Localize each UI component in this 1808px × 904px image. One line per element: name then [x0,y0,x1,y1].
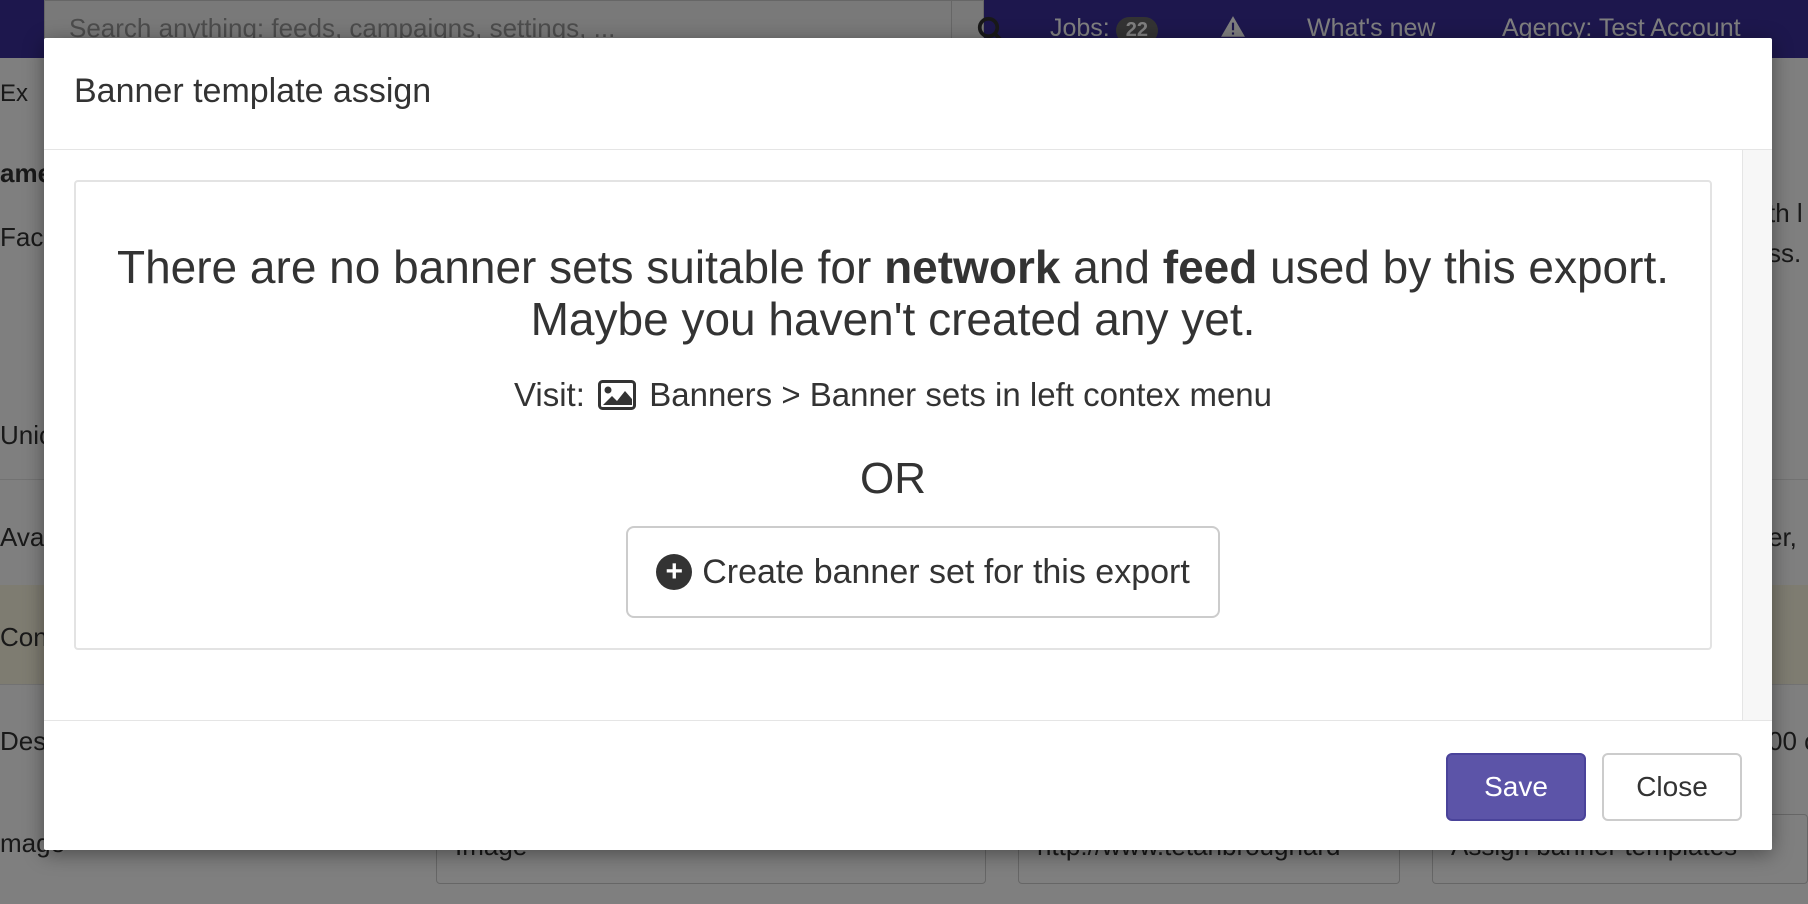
save-button[interactable]: Save [1446,753,1586,821]
modal-scrollbar[interactable] [1743,150,1772,720]
create-banner-set-button[interactable]: + Create banner set for this export [626,526,1220,618]
empty-message-line-2: Maybe you haven't created any yet. [530,293,1256,345]
or-divider-text: OR [860,454,926,503]
image-icon [598,380,637,418]
visit-path: Banners > Banner sets in left contex men… [649,376,1273,413]
message-text-1: There are no banner sets suitable for [116,241,885,293]
message-feed: feed [1162,241,1258,293]
visit-prefix: Visit: [513,376,585,413]
close-button[interactable]: Close [1602,753,1742,821]
message-text-2: and [1060,241,1163,293]
message-network: network [884,241,1061,293]
plus-circle-icon: + [656,554,693,590]
empty-message-line-1: There are no banner sets suitable for ne… [76,240,1710,294]
empty-state-panel: There are no banner sets suitable for ne… [74,180,1712,650]
message-text-3: used by this export. [1257,241,1670,293]
modal-footer: Save Close [44,720,1772,850]
create-banner-set-label: Create banner set for this export [702,552,1190,591]
modal-title: Banner template assign [74,72,432,110]
modal-body: There are no banner sets suitable for ne… [44,150,1743,720]
modal-header: Banner template assign [44,38,1772,150]
banner-template-modal: Banner template assign There are no bann… [44,38,1772,850]
visit-hint: Visit: Banners > Banner sets in left con… [76,376,1710,418]
